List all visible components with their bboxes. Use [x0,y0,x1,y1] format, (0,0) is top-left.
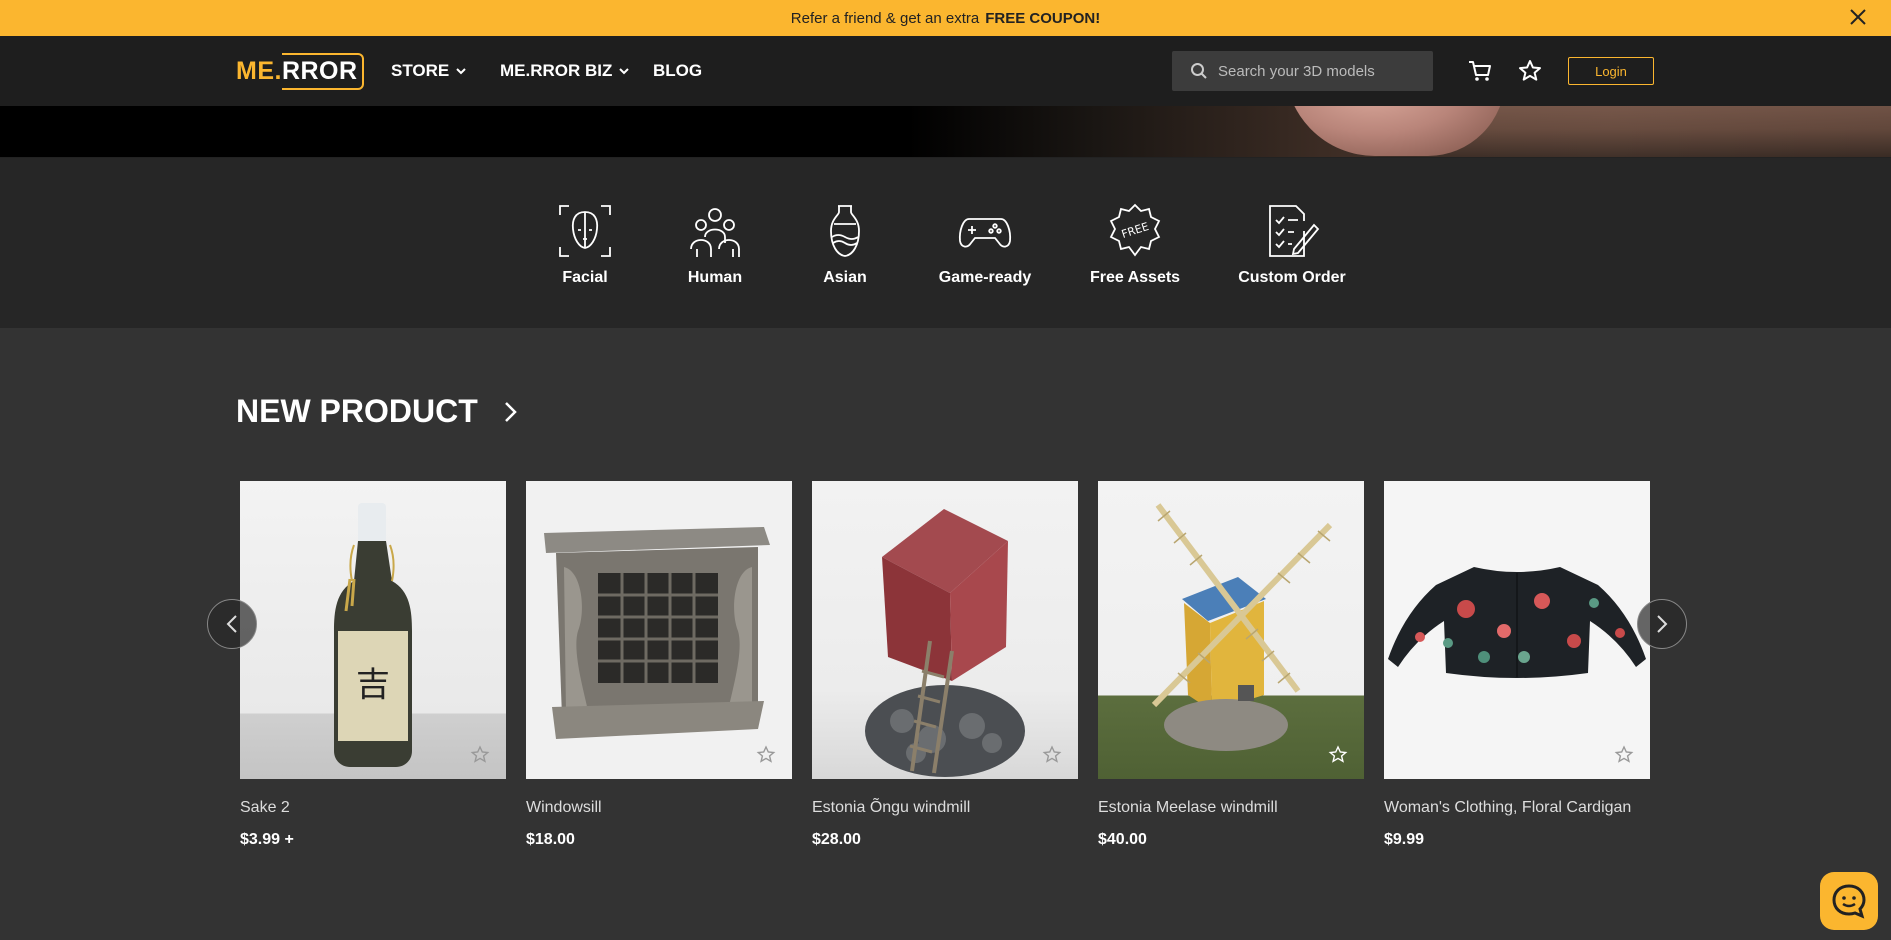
favorite-icon[interactable] [1614,745,1634,765]
product-card[interactable]: Estonia Õngu windmill $28.00 [812,481,1078,849]
svg-text:吉: 吉 [356,665,390,705]
promo-banner: Refer a friend & get an extra FREE COUPO… [0,0,1891,36]
category-bar: Facial Human Asian Game-ready FREE Free … [0,158,1891,328]
close-icon[interactable] [1847,6,1869,28]
search-input[interactable] [1218,62,1418,80]
category-custom-order[interactable]: Custom Order [1227,203,1357,313]
star-icon[interactable] [1517,58,1543,84]
product-image-sake[interactable]: 吉 [240,481,506,779]
product-price: $9.99 [1384,831,1425,848]
favorite-icon[interactable] [756,745,776,765]
checklist-icon [1269,205,1320,257]
section-title-text: NEW PRODUCT [236,393,478,429]
promo-text: Refer a friend & get an extra [790,9,980,27]
nav-merror-biz-label: ME.RROR BIZ [500,61,613,80]
carousel-prev-button[interactable] [207,599,257,649]
nav-merror-biz[interactable]: ME.RROR BIZ [500,36,630,106]
chevron-right-icon [1657,615,1668,633]
search-icon [1191,63,1207,79]
logo-rror: RROR [281,52,364,90]
cardigan-illustration [1388,567,1646,678]
free-badge-icon: FREE [1109,203,1161,257]
product-name[interactable]: Sake 2 [240,799,506,817]
hero-banner[interactable] [0,106,1891,158]
product-price: $28.00 [812,831,861,848]
category-label: Asian [823,269,867,286]
chevron-down-icon [456,68,466,75]
cart-icon[interactable] [1467,58,1493,84]
category-human[interactable]: Human [650,203,780,313]
chevron-left-icon [226,615,237,633]
logo[interactable]: ME. RROR [236,52,364,90]
product-name[interactable]: Estonia Õngu windmill [812,799,1078,817]
chat-button[interactable] [1820,872,1878,930]
product-image-ongu-windmill[interactable] [812,481,1078,779]
chevron-right-icon[interactable] [502,400,518,424]
carousel-next-button[interactable] [1637,599,1687,649]
product-image-cardigan[interactable] [1384,481,1650,779]
face-scan-icon [559,205,611,257]
sake-bottle-illustration: 吉 [334,503,412,767]
category-label: Facial [562,269,608,286]
category-label: Custom Order [1238,269,1346,286]
gamepad-icon [958,218,1012,248]
category-game-ready[interactable]: Game-ready [920,203,1050,313]
product-image-meelase-windmill[interactable] [1098,481,1364,779]
chat-icon [1832,884,1866,919]
product-name[interactable]: Windowsill [526,799,792,817]
search-box[interactable] [1172,51,1433,91]
nav-blog[interactable]: BLOG [653,36,702,106]
vase-icon [830,205,860,257]
people-icon [690,208,740,257]
windowsill-illustration [544,527,770,739]
login-button[interactable]: Login [1568,57,1654,85]
product-name[interactable]: Woman's Clothing, Floral Cardigan [1384,799,1650,817]
category-asian[interactable]: Asian [780,203,910,313]
category-free-assets[interactable]: FREE Free Assets [1070,203,1200,313]
nav-blog-label: BLOG [653,61,703,80]
product-card[interactable]: 吉 Sake 2 $3.99 + [240,481,506,849]
product-price: $40.00 [1098,831,1147,848]
logo-me: ME. [236,56,282,85]
chevron-down-icon [619,68,630,75]
section-title: NEW PRODUCT [236,393,518,430]
category-label: Free Assets [1089,269,1181,286]
product-price: $18.00 [526,831,575,848]
category-label: Game-ready [938,269,1032,286]
favorite-icon[interactable] [470,745,490,765]
top-navigation: ME.RROR STORE ME.RROR BIZ BLOG Login [0,36,1891,106]
nav-store[interactable]: STORE [391,36,467,106]
promo-highlight[interactable]: FREE COUPON! [985,10,1100,27]
product-card[interactable]: Estonia Meelase windmill $40.00 [1098,481,1364,849]
favorite-icon[interactable] [1328,745,1348,765]
product-name[interactable]: Estonia Meelase windmill [1098,799,1364,817]
product-card[interactable]: Woman's Clothing, Floral Cardigan $9.99 [1384,481,1650,849]
nav-store-label: STORE [391,61,450,80]
meelase-windmill-illustration [1151,503,1333,751]
product-card[interactable]: Windowsill $18.00 [526,481,792,849]
svg-text:FREE: FREE [1120,220,1151,241]
product-price: $3.99 + [240,831,294,848]
ongu-windmill-illustration [865,509,1025,777]
category-facial[interactable]: Facial [520,203,650,313]
product-image-windowsill[interactable] [526,481,792,779]
favorite-icon[interactable] [1042,745,1062,765]
category-label: Human [687,269,743,286]
